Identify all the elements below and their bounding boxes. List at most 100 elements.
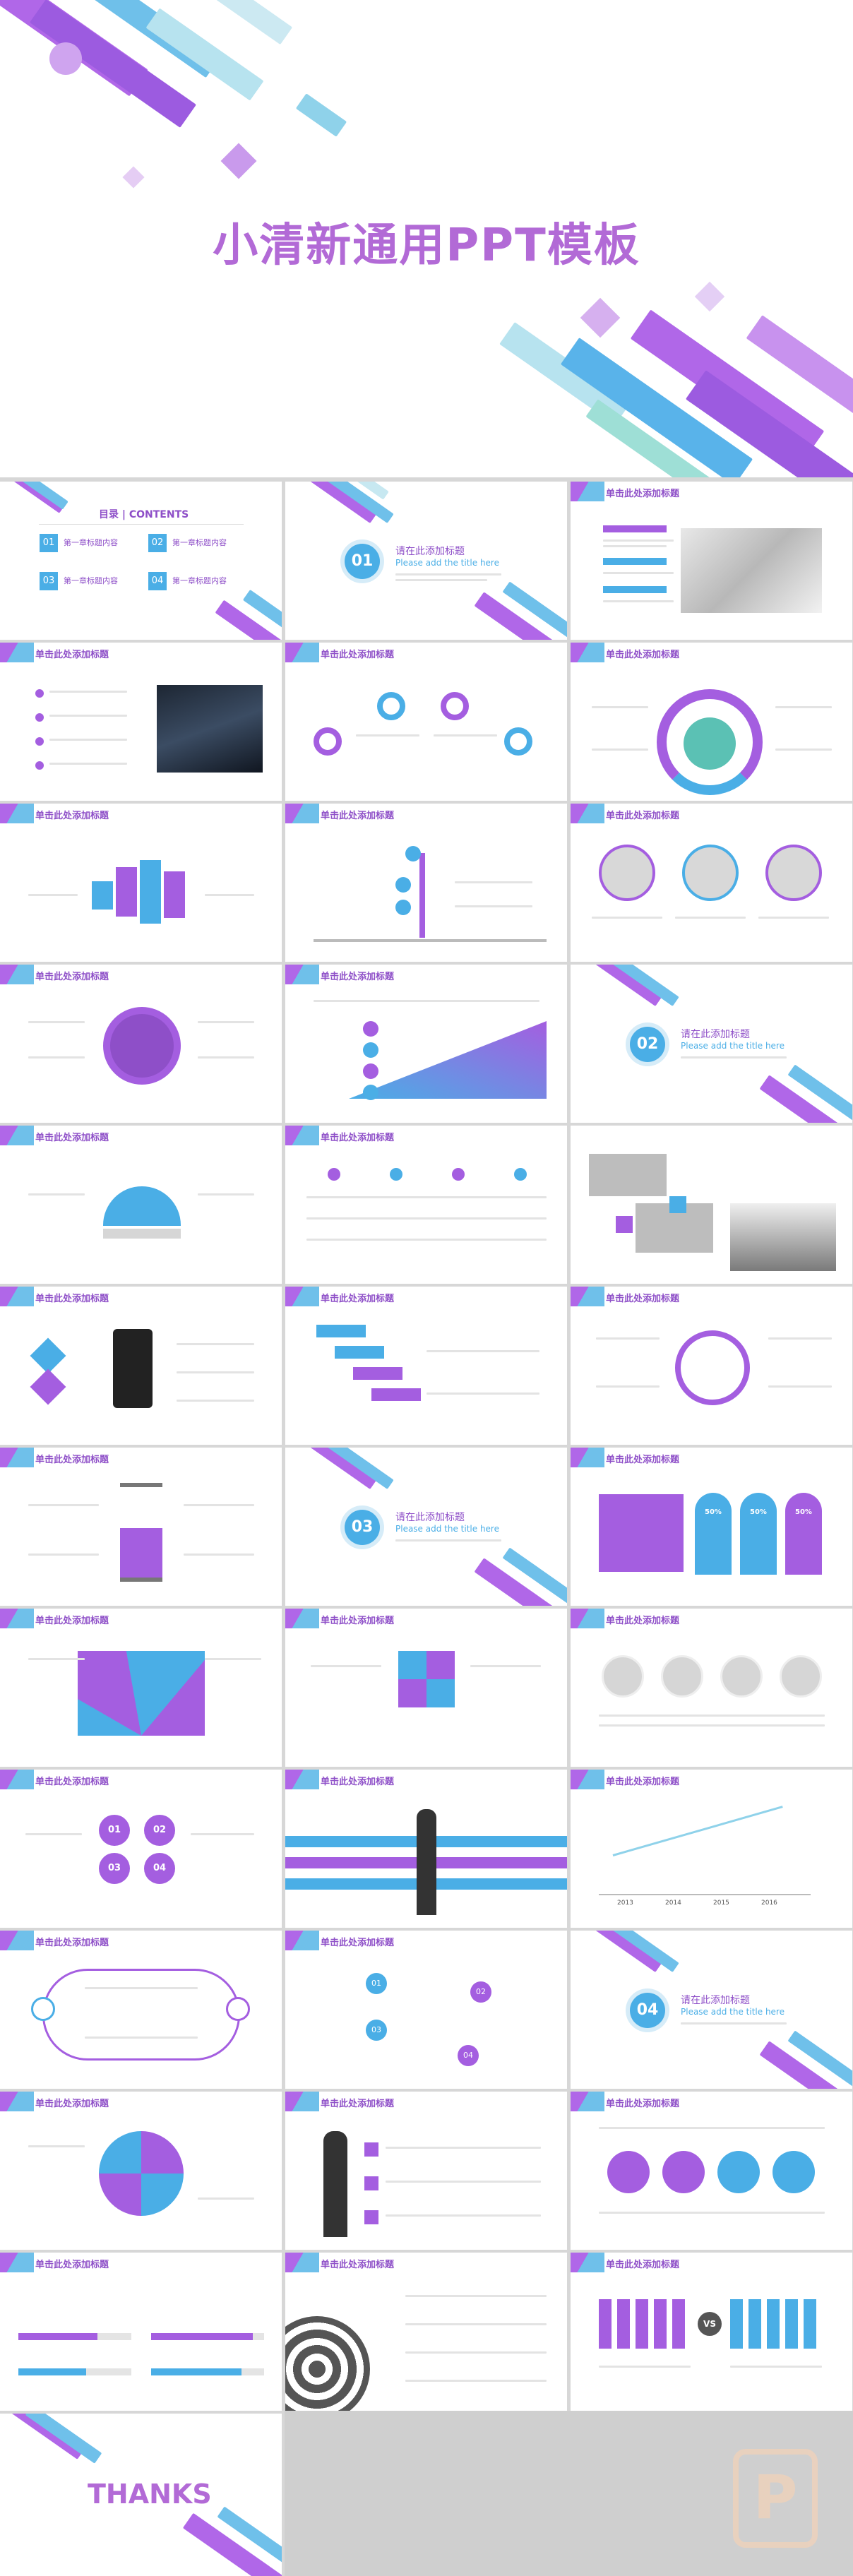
slide-section-04[interactable]: 04 请在此添加标题 Please add the title here <box>571 1931 852 2089</box>
slide-thanks[interactable]: THANKS <box>0 2414 282 2576</box>
toc-item-label[interactable]: 第一章标题内容 <box>64 537 118 548</box>
slide-four-columns[interactable]: 单击此处添加标题 <box>285 1126 567 1284</box>
slide-pinwheel[interactable]: 单击此处添加标题 <box>0 2092 282 2250</box>
tree-node <box>405 846 421 861</box>
slide-percent-cards[interactable]: 单击此处添加标题 50% 50% 50% <box>571 1448 852 1606</box>
slide-semicircle[interactable]: 单击此处添加标题 <box>0 1126 282 1284</box>
slide-header: 单击此处添加标题 <box>285 2092 567 2111</box>
slide-businesswoman[interactable]: 单击此处添加标题 <box>285 1770 567 1928</box>
slide-progress-bars[interactable]: 单击此处添加标题 <box>0 2253 282 2411</box>
placeholder-text-line <box>675 917 746 919</box>
slide-tree[interactable]: 单击此处添加标题 <box>285 804 567 962</box>
slide-header: 单击此处添加标题 <box>571 2253 852 2272</box>
slide-title: 单击此处添加标题 <box>321 1777 395 1787</box>
slide-title: 单击此处添加标题 <box>606 489 680 499</box>
slide-fan-chart[interactable]: 单击此处添加标题 <box>0 1609 282 1767</box>
slide-header: 单击此处添加标题 <box>285 804 567 823</box>
slide-team-portraits[interactable]: 单击此处添加标题 <box>571 1609 852 1767</box>
slide-header: 单击此处添加标题 <box>571 1770 852 1789</box>
percent-value: 50% <box>705 1508 722 1516</box>
slide-title: 单击此处添加标题 <box>321 1294 395 1304</box>
placeholder-text-line <box>198 2198 254 2200</box>
slide-badges[interactable]: 单击此处添加标题 <box>571 2092 852 2250</box>
percent-card <box>740 1493 777 1575</box>
slide-puzzle[interactable]: 单击此处添加标题 <box>285 1609 567 1767</box>
slide-section-02[interactable]: 02 请在此添加标题 Please add the title here <box>571 965 852 1123</box>
slide-hex-flower[interactable]: 单击此处添加标题 01 02 03 04 <box>0 1770 282 1928</box>
slide-section-01[interactable]: 01 请在此添加标题 Please add the title here <box>285 482 567 640</box>
list-dot <box>35 689 44 698</box>
slide-hex-cluster[interactable]: 单击此处添加标题 <box>0 965 282 1123</box>
slide-header: 单击此处添加标题 <box>571 1609 852 1628</box>
placeholder-text-line <box>599 2366 691 2368</box>
arc-step-circle <box>377 692 405 720</box>
placeholder-text-line <box>426 1393 539 1395</box>
slide-target[interactable]: 单击此处添加标题 <box>285 2253 567 2411</box>
slide-flow-loop[interactable]: 单击此处添加标题 <box>0 1931 282 2089</box>
placeholder-text-line <box>603 572 674 574</box>
hourglass-icon <box>120 1483 162 1582</box>
slide-versus[interactable]: 单击此处添加标题 VS <box>571 2253 852 2411</box>
slide-header: 单击此处添加标题 <box>571 804 852 823</box>
slide-header: 单击此处添加标题 <box>571 643 852 662</box>
ground-line <box>314 939 547 942</box>
decor-diamond <box>694 281 725 312</box>
cover-slide[interactable]: 小清新通用PPT模板 <box>0 0 853 477</box>
slide-header: 单击此处添加标题 <box>571 2092 852 2111</box>
slide-section-03[interactable]: 03 请在此添加标题 Please add the title here <box>285 1448 567 1606</box>
slide-header: 单击此处添加标题 <box>285 965 567 984</box>
slide-arc-steps[interactable]: 单击此处添加标题 <box>285 643 567 801</box>
intro-card <box>599 1494 684 1572</box>
slide-stopwatch[interactable]: 单击此处添加标题 <box>571 1287 852 1445</box>
placeholder-text-line <box>434 734 497 737</box>
people-group-blue <box>730 2299 822 2349</box>
slide-header: 单击此处添加标题 <box>0 643 282 662</box>
people-group-purple <box>599 2299 691 2349</box>
placeholder-text-line <box>198 1021 254 1023</box>
slide-team-photos[interactable]: 单击此处添加标题 <box>571 804 852 962</box>
column-icon <box>328 1168 340 1181</box>
portrait <box>720 1655 763 1698</box>
slide-numbered-list[interactable]: 单击此处添加标题 <box>0 643 282 801</box>
toc-item-label[interactable]: 第一章标题内容 <box>172 537 227 548</box>
section-title-en: Please add the title here <box>395 1524 499 1534</box>
placeholder-text-line <box>28 1658 85 1660</box>
slide-chevrons[interactable]: 单击此处添加标题 <box>285 1287 567 1445</box>
slide-person-ring[interactable]: 单击此处添加标题 <box>571 643 852 801</box>
decor-circle <box>49 42 82 75</box>
placeholder-text-line <box>596 1337 660 1340</box>
section-title-cn: 请在此添加标题 <box>395 1512 465 1523</box>
placeholder-text-line <box>386 2214 541 2217</box>
slide-numbered-network[interactable]: 单击此处添加标题 01 02 03 04 <box>285 1931 567 2089</box>
fan-segment <box>78 1651 205 1736</box>
toc-item-label[interactable]: 第一章标题内容 <box>64 575 118 586</box>
slide-growth-chart[interactable]: 单击此处添加标题 <box>285 965 567 1123</box>
vs-badge: VS <box>698 2312 722 2336</box>
slide-hourglass[interactable]: 单击此处添加标题 <box>0 1448 282 1606</box>
placeholder-text-line <box>405 2351 547 2354</box>
slide-3d-bars[interactable]: 单击此处添加标题 <box>0 804 282 962</box>
slide-timeline[interactable]: 单击此处添加标题 2013 2014 2015 2016 <box>571 1770 852 1928</box>
section-number-badge: 02 <box>630 1027 665 1062</box>
slide-title: 单击此处添加标题 <box>606 811 680 821</box>
placeholder-text-line <box>49 715 127 717</box>
placeholder-text-line <box>426 1350 539 1352</box>
slide-businessman[interactable]: 单击此处添加标题 <box>285 2092 567 2250</box>
slide-toc[interactable]: 目录 | CONTENTS 01 第一章标题内容 02 第一章标题内容 03 第… <box>0 482 282 640</box>
slide-header: 单击此处添加标题 <box>285 1287 567 1306</box>
placeholder-text-line <box>177 1371 254 1373</box>
placeholder-text-line <box>311 1665 381 1667</box>
slide-header: 单击此处添加标题 <box>0 1931 282 1950</box>
slide-title: 单击此处添加标题 <box>35 972 109 982</box>
slide-phone[interactable]: 单击此处添加标题 <box>0 1287 282 1445</box>
placeholder-text-line <box>198 1193 254 1195</box>
label-bar <box>603 558 667 565</box>
timeline-trend <box>612 1806 783 1856</box>
slide-photo-text[interactable]: 单击此处添加标题 <box>571 482 852 640</box>
placeholder-text-line <box>405 2380 547 2382</box>
placeholder-text-line <box>730 2366 822 2368</box>
placeholder-text-line <box>599 2212 825 2214</box>
placeholder-text-line <box>28 1021 85 1023</box>
slide-building[interactable] <box>571 1126 852 1284</box>
toc-item-label[interactable]: 第一章标题内容 <box>172 575 227 586</box>
